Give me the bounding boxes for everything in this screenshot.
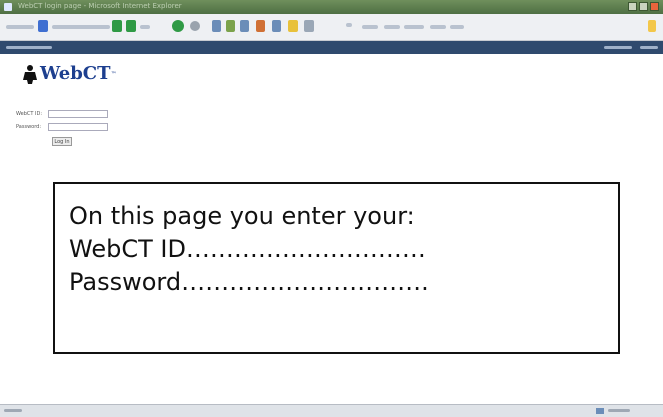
favorites-icon[interactable] (272, 20, 281, 32)
webct-id-row: WebCT ID: (16, 110, 108, 118)
toolbar-text-blur (140, 25, 150, 29)
navbar-link-blur[interactable] (604, 46, 632, 49)
window-title: WebCT login page - Microsoft Internet Ex… (18, 2, 182, 10)
browser-toolbar (0, 14, 663, 41)
webct-id-label: WebCT ID: (16, 111, 43, 117)
navbar-text-blur (6, 46, 52, 49)
forward-icon[interactable] (190, 21, 200, 31)
password-row: Password: (16, 123, 108, 131)
navbar-link-blur[interactable] (640, 46, 658, 49)
webct-id-field[interactable] (48, 110, 108, 118)
status-bar (0, 404, 663, 417)
stop-icon[interactable] (212, 20, 221, 32)
webct-figure-icon (23, 65, 37, 84)
callout-line-1: On this page you enter your: (69, 202, 415, 230)
instruction-callout: On this page you enter your: WebCT ID………… (53, 182, 620, 354)
toolbar-text-blur (430, 25, 446, 29)
toolbar-end-icon[interactable] (648, 20, 656, 32)
callout-line-2: WebCT ID………………………… (69, 235, 426, 263)
window-controls (628, 2, 659, 11)
page-icon[interactable] (126, 20, 136, 32)
maximize-button[interactable] (639, 2, 648, 11)
toolbar-text-blur (450, 25, 464, 29)
logo-text: WebCT (40, 63, 111, 84)
mail-icon[interactable] (304, 20, 314, 32)
window-titlebar: WebCT login page - Microsoft Internet Ex… (0, 0, 663, 14)
refresh-icon[interactable] (226, 20, 235, 32)
webct-logo: WebCT ™ (22, 64, 117, 84)
address-text-blur (52, 25, 110, 29)
go-icon[interactable] (112, 20, 122, 32)
close-button[interactable] (650, 2, 659, 11)
toolbar-text-blur (6, 25, 34, 29)
toolbar-text-blur (362, 25, 378, 29)
status-text-blur (4, 409, 22, 412)
password-field[interactable] (48, 123, 108, 131)
zone-icon (596, 408, 604, 414)
site-navbar (0, 41, 663, 54)
browser-icon (4, 3, 12, 11)
logo-trademark: ™ (110, 70, 117, 78)
zone-text-blur (608, 409, 630, 412)
address-icon[interactable] (38, 20, 48, 32)
callout-line-3: Password…………………………. (69, 268, 429, 296)
minimize-button[interactable] (628, 2, 637, 11)
password-label: Password: (16, 124, 42, 130)
back-icon[interactable] (172, 20, 184, 32)
search-icon[interactable] (256, 20, 265, 32)
history-icon[interactable] (288, 20, 298, 32)
toolbar-text-blur (384, 25, 400, 29)
home-icon[interactable] (240, 20, 249, 32)
toolbar-text-blur (404, 25, 424, 29)
login-button[interactable]: Log In (52, 137, 72, 146)
toolbar-sep (346, 23, 352, 27)
